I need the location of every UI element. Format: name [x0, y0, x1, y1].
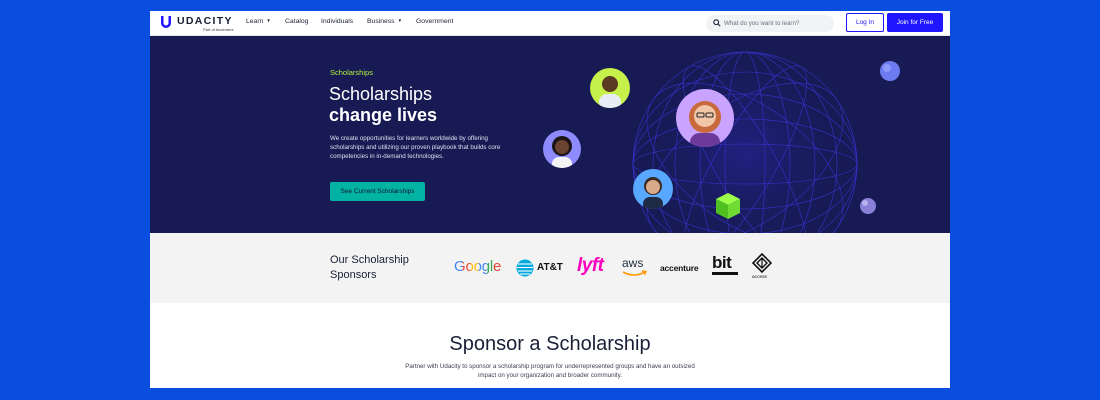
nav-business-label: Business	[367, 18, 395, 25]
nav-catalog[interactable]: Catalog	[285, 18, 308, 25]
bit-logo-text: bit	[712, 253, 732, 272]
sponsor-section-description: Partner with Udacity to sponsor a schola…	[405, 363, 695, 379]
bit-logo-bar	[712, 272, 738, 275]
sponsor-section-title: Sponsor a Scholarship	[449, 333, 651, 355]
bit-logo: bit	[710, 253, 740, 277]
google-logo-text: Google	[454, 258, 502, 275]
access-logo-text: access	[752, 275, 767, 280]
sponsors-title: Our Scholarship Sponsors	[330, 254, 409, 281]
sponsors-band: Our Scholarship Sponsors Google AT&T lyf…	[150, 233, 950, 303]
scholar-avatar	[590, 68, 630, 108]
chevron-down-icon: ▼	[397, 18, 403, 23]
google-logo: Google	[454, 258, 501, 275]
hero-eyebrow: Scholarships	[330, 68, 373, 77]
hero-title: Scholarships change lives	[329, 84, 437, 126]
login-button[interactable]: Log In	[846, 13, 884, 32]
scholar-avatar	[543, 130, 581, 168]
nav-learn-label: Learn	[246, 18, 264, 25]
person-icon	[599, 76, 621, 108]
nav-learn[interactable]: Learn ▼	[246, 18, 271, 25]
search-box[interactable]	[706, 15, 834, 32]
sponsor-scholarship-section: Sponsor a Scholarship Partner with Udaci…	[150, 303, 950, 388]
aws-logo: aws	[620, 256, 650, 278]
sphere-decoration	[880, 61, 900, 81]
top-nav: UDACITY Part of Accenture Learn ▼ Catalog…	[150, 11, 950, 36]
brand-name: UDACITY	[177, 15, 233, 27]
nav-government[interactable]: Government	[416, 18, 453, 25]
aws-smile-icon	[622, 270, 648, 276]
hero-section: Scholarships Scholarships change lives W…	[150, 36, 950, 233]
person-icon	[552, 136, 572, 168]
accenture-logo: accenture	[660, 263, 699, 273]
brand-subtitle: Part of Accenture	[203, 27, 234, 32]
att-logo: AT&T	[516, 259, 564, 277]
scholar-avatar	[633, 169, 673, 209]
nav-business[interactable]: Business ▼	[367, 18, 402, 25]
hero-title-line1: Scholarships	[329, 84, 433, 104]
globe-illustration	[632, 51, 900, 233]
att-logo-text: AT&T	[537, 262, 563, 273]
person-icon	[643, 177, 663, 209]
person-icon	[689, 101, 721, 147]
udacity-logo[interactable]: UDACITY Part of Accenture	[159, 14, 234, 34]
nav-individuals[interactable]: Individuals	[321, 18, 353, 25]
chevron-down-icon: ▼	[266, 18, 271, 23]
scholar-avatar	[676, 89, 734, 147]
browser-page: UDACITY Part of Accenture Learn ▼ Catalog…	[150, 11, 950, 388]
access-logo: access	[751, 253, 773, 283]
join-button[interactable]: Join for Free	[887, 13, 943, 32]
udacity-logo-icon	[161, 16, 171, 28]
att-globe-icon	[516, 259, 534, 277]
access-diamond-icon	[752, 253, 772, 273]
see-scholarships-button[interactable]: See Current Scholarships	[330, 182, 425, 201]
sphere-decoration	[860, 198, 876, 214]
aws-logo-text: aws	[622, 256, 644, 270]
hero-description: We create opportunities for learners wor…	[330, 135, 501, 160]
lyft-logo: lyft	[577, 255, 604, 276]
hero-title-line2: change lives	[329, 105, 438, 125]
search-input[interactable]	[724, 16, 828, 31]
search-icon	[713, 19, 721, 27]
